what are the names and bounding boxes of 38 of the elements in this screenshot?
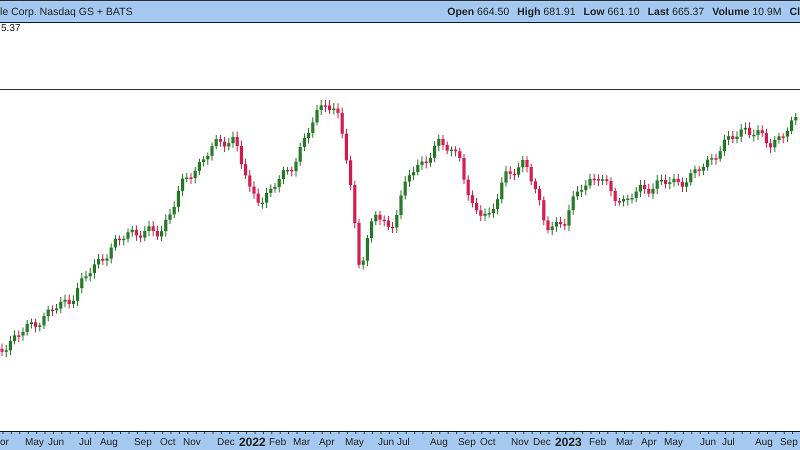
month-label: Apr bbox=[319, 436, 335, 450]
month-label: Dec bbox=[217, 436, 235, 450]
month-label: Oct bbox=[480, 436, 496, 450]
month-label: Feb bbox=[589, 436, 606, 450]
month-label: Sep bbox=[780, 436, 798, 450]
month-label: Jun bbox=[378, 436, 394, 450]
month-label: Aug bbox=[755, 436, 773, 450]
chart-title: le Corp. Nasdaq GS + BATS bbox=[0, 5, 133, 20]
month-label: Aug bbox=[430, 436, 448, 450]
month-label: Dec bbox=[533, 436, 551, 450]
month-label: May bbox=[345, 436, 364, 450]
month-label: Jul bbox=[397, 436, 410, 450]
month-label: or bbox=[0, 436, 9, 450]
year-label: 2023 bbox=[555, 434, 582, 450]
month-label: Mar bbox=[293, 436, 310, 450]
quote-field: Cl bbox=[790, 5, 800, 21]
month-label: May bbox=[664, 436, 683, 450]
month-label: Mar bbox=[616, 436, 634, 450]
last-price-label: 5.37 bbox=[0, 23, 22, 35]
month-label: Jul bbox=[79, 436, 92, 450]
month-label: May bbox=[25, 436, 44, 450]
month-label: Sep bbox=[134, 436, 152, 450]
quote-field: Low 661.10 bbox=[584, 5, 640, 21]
month-label: Apr bbox=[641, 436, 657, 450]
month-label: Nov bbox=[183, 436, 201, 450]
quote-field: High 681.91 bbox=[517, 5, 576, 21]
quote-field: Open 664.50 bbox=[447, 5, 510, 21]
month-label: Jul bbox=[722, 436, 735, 450]
month-label: Oct bbox=[160, 436, 176, 450]
month-label: Jun bbox=[48, 436, 64, 450]
quote-field: Last 665.37 bbox=[648, 5, 704, 21]
month-label: Feb bbox=[269, 436, 286, 450]
year-label: 2022 bbox=[239, 434, 266, 450]
month-label: Sep bbox=[458, 436, 476, 450]
month-label: Nov bbox=[511, 436, 529, 450]
quote-field: Volume 10.9M bbox=[712, 5, 782, 21]
month-label: Aug bbox=[100, 436, 118, 450]
month-label: Jun bbox=[700, 436, 716, 450]
